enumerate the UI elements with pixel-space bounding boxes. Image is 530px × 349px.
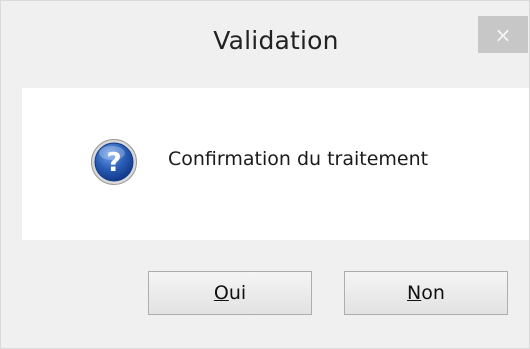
svg-text:?: ? (106, 148, 121, 178)
question-icon: ? (91, 139, 137, 185)
title-bar[interactable]: Validation × (11, 0, 530, 88)
button-bar: Oui Non (22, 240, 530, 338)
dialog-window: Validation × ? Confirmation du traitemen… (0, 0, 530, 349)
close-button[interactable]: × (478, 16, 528, 53)
dialog-title: Validation (213, 26, 339, 55)
yes-button[interactable]: Oui (148, 271, 312, 315)
no-label-rest: on (421, 282, 445, 304)
confirmation-message: Confirmation du traitement (168, 148, 429, 170)
yes-mnemonic: O (213, 282, 229, 304)
close-icon: × (494, 22, 512, 47)
no-mnemonic: N (407, 282, 422, 304)
no-button[interactable]: Non (344, 271, 508, 315)
yes-label-rest: ui (228, 282, 247, 304)
dialog-content: ? Confirmation du traitement (22, 88, 530, 240)
